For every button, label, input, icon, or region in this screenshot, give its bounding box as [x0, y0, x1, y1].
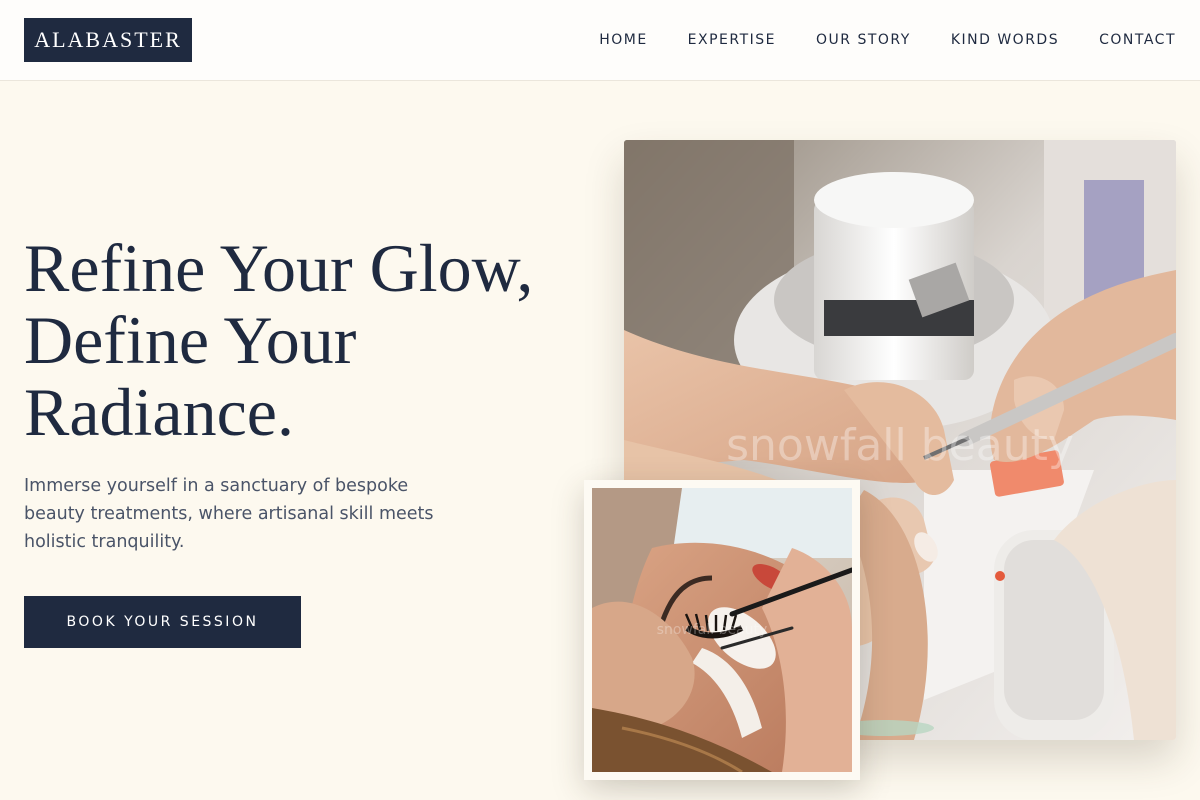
nav-item-kind-words[interactable]: KIND WORDS — [951, 32, 1059, 48]
nav-item-contact[interactable]: CONTACT — [1099, 32, 1176, 48]
brand-logo[interactable]: ALABASTER — [24, 18, 192, 62]
hero-title-line: Radiance. — [24, 374, 294, 450]
book-session-button[interactable]: BOOK YOUR SESSION — [24, 596, 301, 648]
hero-title: Refine Your Glow, Define Your Radiance. — [24, 232, 604, 448]
nav-item-expertise[interactable]: EXPERTISE — [688, 32, 776, 48]
hero-subtitle: Immerse yourself in a sanctuary of bespo… — [24, 476, 434, 552]
main-nav: HOME EXPERTISE OUR STORY KIND WORDS CONT… — [559, 0, 1176, 80]
site-header: ALABASTER HOME EXPERTISE OUR STORY KIND … — [0, 0, 1200, 81]
hero-secondary-photo: snowfall beauty — [584, 480, 860, 780]
nav-item-home[interactable]: HOME — [599, 32, 647, 48]
hero-title-line: Refine Your Glow, — [24, 230, 534, 306]
watermark: snowfall beauty — [657, 622, 768, 638]
watermark: snowfall beauty — [726, 420, 1074, 471]
nav-item-our-story[interactable]: OUR STORY — [816, 32, 911, 48]
eyelash-image: snowfall beauty — [592, 488, 852, 772]
hero-title-line: Define Your — [24, 302, 357, 378]
